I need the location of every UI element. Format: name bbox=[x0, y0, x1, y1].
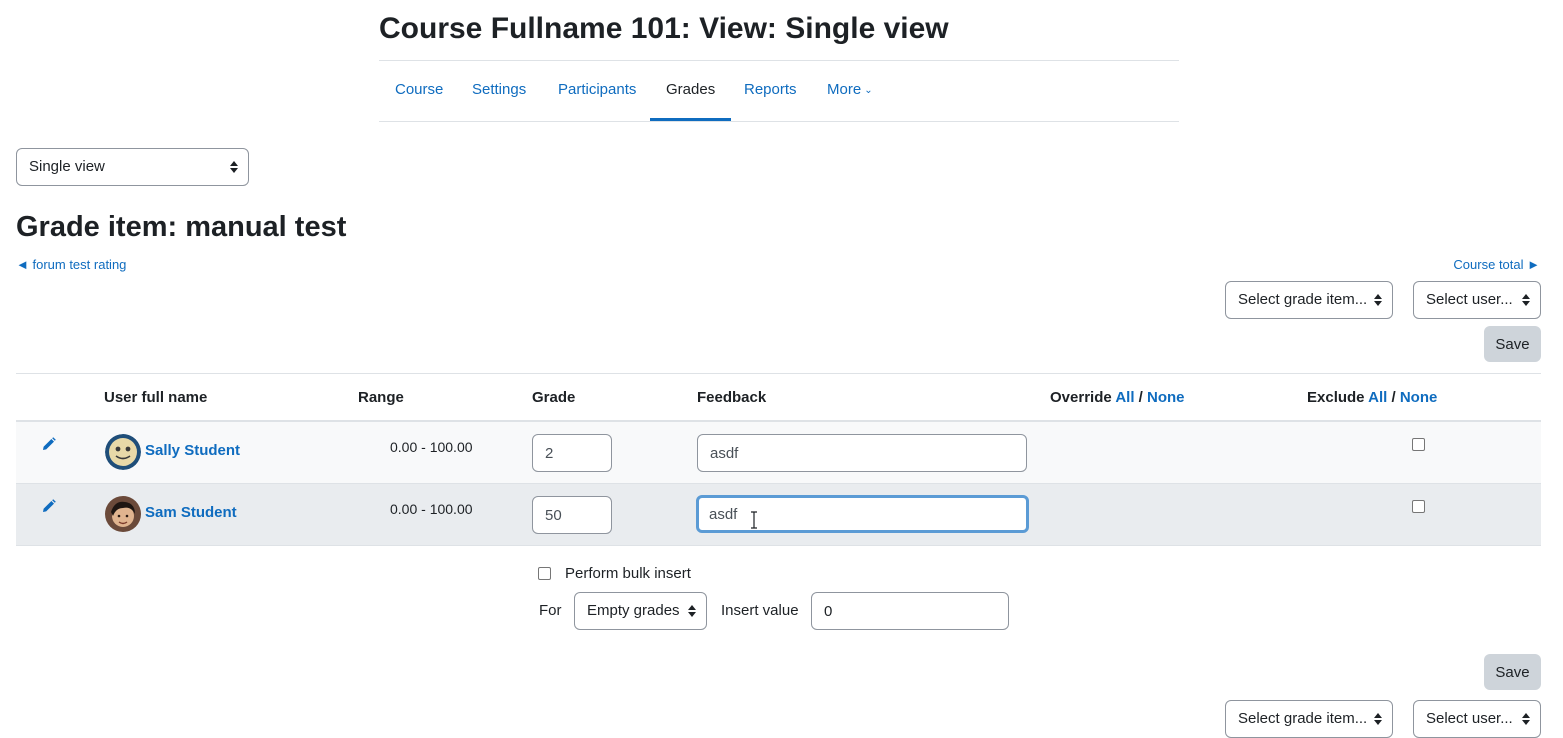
select-user-bottom[interactable]: Select user... bbox=[1413, 700, 1541, 738]
select-grade-item-value: Select grade item... bbox=[1238, 710, 1368, 727]
header-user-full-name: User full name bbox=[104, 389, 208, 406]
insert-value-label: Insert value bbox=[721, 602, 799, 619]
select-grade-item-top[interactable]: Select grade item... bbox=[1225, 281, 1393, 319]
save-button-bottom[interactable]: Save bbox=[1484, 654, 1541, 690]
header-exclude-label: Exclude bbox=[1307, 389, 1365, 406]
table-row: Sam Student 0.00 - 100.00 bbox=[16, 484, 1541, 546]
separator: / bbox=[1391, 389, 1396, 406]
feedback-input[interactable] bbox=[697, 434, 1027, 472]
bulk-insert-checkbox[interactable] bbox=[538, 567, 551, 580]
range-value: 0.00 - 100.00 bbox=[390, 439, 473, 455]
select-arrows-icon bbox=[688, 593, 696, 629]
user-name-link[interactable]: Sally Student bbox=[145, 442, 240, 459]
table-row: Sally Student 0.00 - 100.00 bbox=[16, 422, 1541, 484]
select-arrows-icon bbox=[1522, 701, 1530, 737]
exclude-all-link[interactable]: All bbox=[1368, 389, 1387, 406]
override-all-link[interactable]: All bbox=[1115, 389, 1134, 406]
tab-more-label: More bbox=[827, 81, 862, 98]
tab-settings[interactable]: Settings bbox=[456, 61, 542, 121]
tab-grades[interactable]: Grades bbox=[650, 61, 732, 121]
select-user-top[interactable]: Select user... bbox=[1413, 281, 1541, 319]
exclude-checkbox[interactable] bbox=[1412, 438, 1425, 451]
override-none-link[interactable]: None bbox=[1147, 389, 1185, 406]
select-arrows-icon bbox=[1374, 701, 1382, 737]
select-arrows-icon bbox=[1522, 282, 1530, 318]
separator: / bbox=[1138, 389, 1143, 406]
select-user-value: Select user... bbox=[1426, 710, 1513, 727]
edit-pencil-icon[interactable] bbox=[42, 437, 56, 451]
tab-reports[interactable]: Reports bbox=[728, 61, 813, 121]
save-button-top[interactable]: Save bbox=[1484, 326, 1541, 362]
range-value: 0.00 - 100.00 bbox=[390, 501, 473, 517]
bulk-for-select[interactable]: Empty grades bbox=[574, 592, 707, 630]
header-override-label: Override bbox=[1050, 389, 1112, 406]
previous-item-link[interactable]: ◄ forum test rating bbox=[16, 257, 126, 272]
tab-course[interactable]: Course bbox=[379, 61, 459, 121]
exclude-none-link[interactable]: None bbox=[1400, 389, 1438, 406]
header-grade: Grade bbox=[532, 389, 576, 406]
tab-participants[interactable]: Participants bbox=[542, 61, 652, 121]
select-grade-item-value: Select grade item... bbox=[1238, 291, 1368, 308]
select-arrows-icon bbox=[1374, 282, 1382, 318]
user-name-link[interactable]: Sam Student bbox=[145, 504, 237, 521]
header-exclude: Exclude All / None bbox=[1307, 389, 1437, 406]
select-grade-item-bottom[interactable]: Select grade item... bbox=[1225, 700, 1393, 738]
grades-table: User full name Range Grade Feedback Over… bbox=[16, 373, 1541, 546]
text-cursor-icon bbox=[751, 511, 757, 529]
insert-value-input[interactable] bbox=[811, 592, 1009, 630]
grade-input[interactable] bbox=[532, 434, 612, 472]
grade-input[interactable] bbox=[532, 496, 612, 534]
select-arrows-icon bbox=[230, 149, 238, 185]
select-user-value: Select user... bbox=[1426, 291, 1513, 308]
edit-pencil-icon[interactable] bbox=[42, 499, 56, 513]
page-title: Course Fullname 101: View: Single view bbox=[379, 12, 949, 45]
next-item-link[interactable]: Course total ► bbox=[1453, 257, 1540, 272]
exclude-checkbox[interactable] bbox=[1412, 500, 1425, 513]
bulk-for-value: Empty grades bbox=[587, 602, 680, 619]
view-select[interactable]: Single view bbox=[16, 148, 249, 186]
view-select-value: Single view bbox=[29, 158, 105, 175]
header-range: Range bbox=[358, 389, 404, 406]
tab-more[interactable]: More ⌄ bbox=[811, 61, 889, 121]
header-feedback: Feedback bbox=[697, 389, 767, 406]
header-override: Override All / None bbox=[1050, 389, 1185, 406]
avatar[interactable] bbox=[105, 434, 141, 470]
bulk-insert-label: Perform bulk insert bbox=[565, 565, 691, 582]
avatar[interactable] bbox=[105, 496, 141, 532]
feedback-input[interactable] bbox=[696, 495, 1029, 533]
chevron-down-icon: ⌄ bbox=[864, 85, 873, 96]
grade-item-title: Grade item: manual test bbox=[16, 211, 347, 243]
bulk-for-label: For bbox=[539, 602, 562, 619]
secondary-navigation: Course Settings Participants Grades Repo… bbox=[379, 60, 1179, 122]
table-header: User full name Range Grade Feedback Over… bbox=[16, 373, 1541, 422]
